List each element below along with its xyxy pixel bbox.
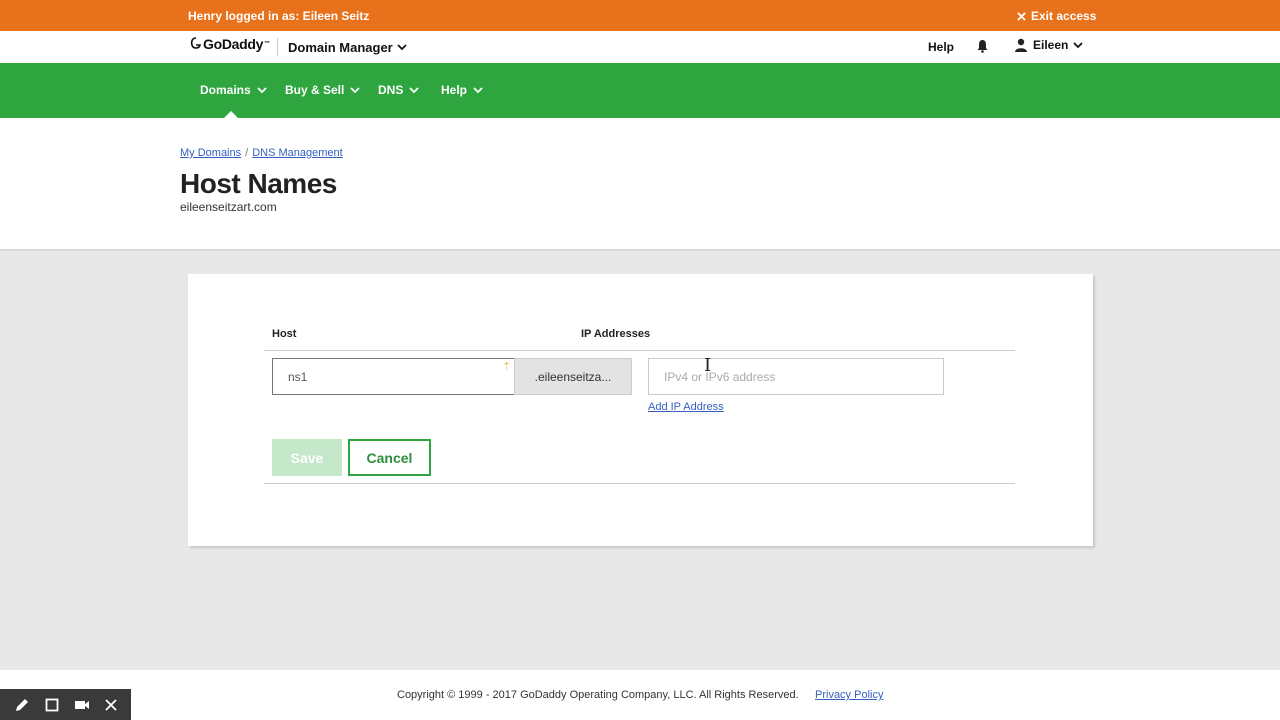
close-icon[interactable] [105,698,118,711]
chevron-down-icon [397,44,407,51]
logo-text: GoDaddy [203,36,264,52]
square-icon[interactable] [45,698,59,712]
breadcrumb: My Domains / DNS Management [180,147,343,159]
impersonation-bar: Henry logged in as: Eileen Seitz Exit ac… [0,0,1280,31]
ip-column-header: IP Addresses [581,328,651,340]
nav-dns-label: DNS [378,83,404,97]
godaddy-mark-icon [190,37,202,49]
divider [264,483,1015,484]
chevron-down-icon [350,86,360,93]
main-nav: Domains Buy & Sell DNS Help [0,63,1280,118]
exit-access-label: Exit access [1031,9,1097,23]
breadcrumb-my-domains[interactable]: My Domains [180,147,241,159]
close-icon [1017,11,1026,21]
brand-divider [277,38,278,56]
domain-suffix: .eileenseitza... [514,358,632,395]
cancel-button[interactable]: Cancel [348,439,431,476]
product-label: Domain Manager [288,40,393,55]
user-icon [1015,38,1027,52]
impersonation-message: Henry logged in as: Eileen Seitz [188,9,370,23]
nav-help-label: Help [441,83,468,97]
notification-bell-icon[interactable] [976,39,989,58]
pen-icon[interactable] [14,697,30,713]
page-header: My Domains / DNS Management Host Names e… [0,118,1280,251]
host-name-card: Host IP Addresses ⇡ .eileenseitza... I A… [188,274,1093,546]
nav-buy-sell[interactable]: Buy & Sell [285,83,360,97]
camera-icon[interactable] [74,699,90,711]
chevron-down-icon [473,86,483,93]
host-column-header: Host [272,328,297,340]
footer: Copyright © 1999 - 2017 GoDaddy Operatin… [0,670,1280,720]
product-switcher[interactable]: Domain Manager [288,40,407,55]
breadcrumb-separator: / [245,147,249,159]
text-cursor-icon: I [704,355,712,376]
active-nav-indicator [224,111,238,118]
nav-buy-sell-label: Buy & Sell [285,83,345,97]
nav-domains[interactable]: Domains [200,83,267,97]
host-input[interactable] [272,358,515,395]
save-button[interactable]: Save [272,439,342,476]
page-title: Host Names [180,168,337,199]
nav-dns[interactable]: DNS [378,83,419,97]
user-name: Eileen [1033,38,1069,52]
user-menu[interactable]: Eileen [1014,38,1083,52]
add-ip-address-link[interactable]: Add IP Address [648,401,724,413]
breadcrumb-dns-management[interactable]: DNS Management [252,147,343,159]
ip-address-input[interactable] [648,358,944,395]
brand-bar: GoDaddy ™ Domain Manager Help Eileen [0,31,1280,63]
autofill-key-icon: ⇡ [502,361,512,373]
exit-access-link[interactable]: Exit access [1017,9,1096,23]
chevron-down-icon [409,86,419,93]
godaddy-logo[interactable]: GoDaddy ™ [190,36,270,52]
recorder-toolbar [0,689,131,720]
nav-domains-label: Domains [200,83,251,97]
help-link[interactable]: Help [928,40,954,54]
domain-name: eileenseitzart.com [180,200,277,214]
logo-trademark: ™ [264,41,270,47]
divider [264,350,1015,351]
privacy-policy-link[interactable]: Privacy Policy [815,689,883,701]
chevron-down-icon [1073,41,1083,48]
nav-help[interactable]: Help [441,83,483,97]
chevron-down-icon [257,86,267,93]
copyright-text: Copyright © 1999 - 2017 GoDaddy Operatin… [397,689,799,701]
